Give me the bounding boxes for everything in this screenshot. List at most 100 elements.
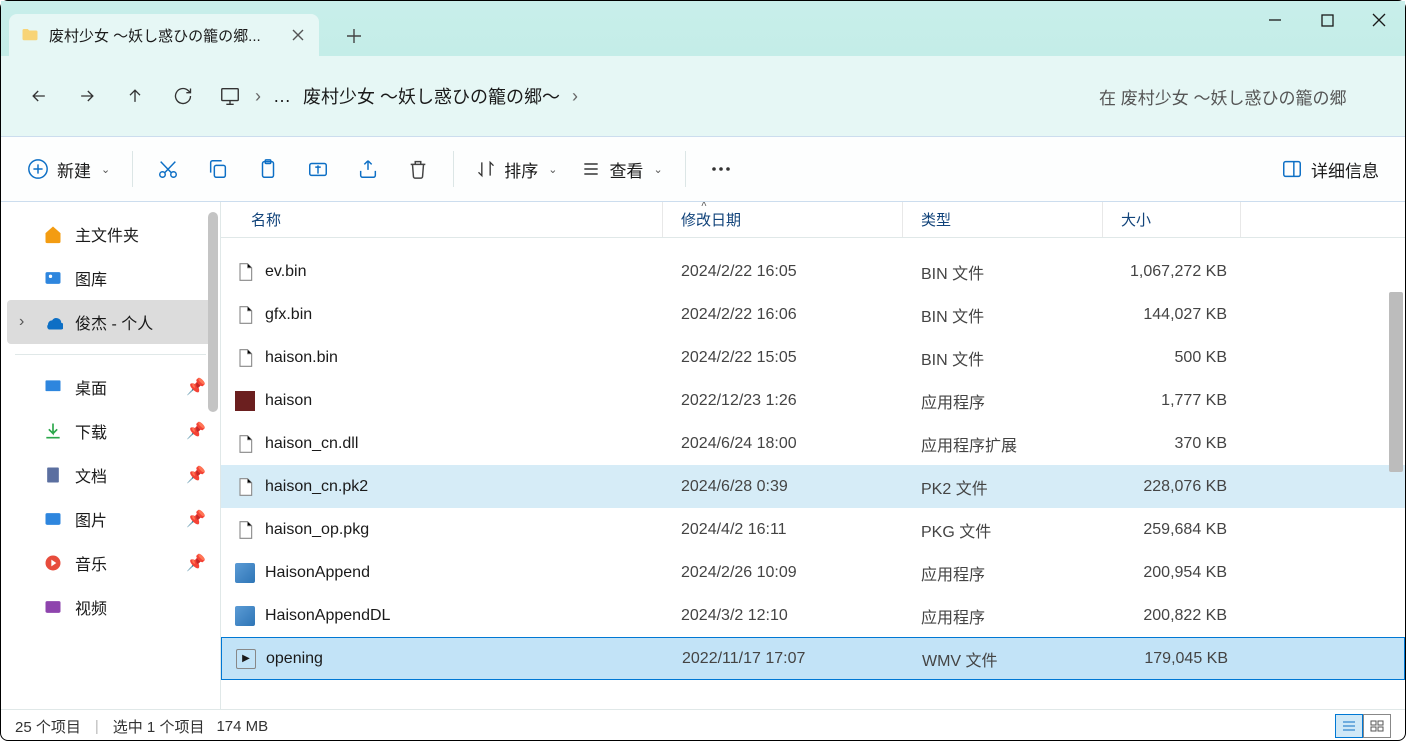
exe-icon <box>235 606 255 626</box>
table-row[interactable]: haison_cn.pk22024/6/28 0:39PK2 文件228,076… <box>221 465 1405 508</box>
table-row[interactable]: haison.bin2024/2/22 15:05BIN 文件500 KB <box>221 336 1405 379</box>
file-type: 应用程序 <box>903 561 1103 585</box>
titlebar: 废村少女 ～妖し惑ひの籠の郷... <box>1 1 1405 56</box>
breadcrumb[interactable]: › … 废村少女 ～妖し惑ひの籠の郷～ › <box>217 83 1091 109</box>
status-count: 25 个项目 <box>15 716 81 737</box>
file-date: 2022/11/17 17:07 <box>664 650 904 668</box>
file-date: 2024/6/28 0:39 <box>663 478 903 496</box>
sidebar-item-gallery[interactable]: 图库 <box>1 256 220 300</box>
sidebar-item-videos[interactable]: 视频 <box>1 585 220 629</box>
pin-icon: 📌 <box>186 421 206 441</box>
sidebar-scrollbar[interactable] <box>208 212 218 412</box>
status-size: 174 MB <box>216 718 268 735</box>
desktop-icon <box>43 377 63 397</box>
file-icon <box>235 305 255 325</box>
sidebar-item-user[interactable]: 俊杰 - 个人 <box>7 300 214 344</box>
share-button[interactable] <box>343 147 393 191</box>
chevron-down-icon: ⌄ <box>101 163 110 176</box>
sidebar-item-desktop[interactable]: 桌面📌 <box>1 365 220 409</box>
file-size: 228,076 KB <box>1103 478 1241 496</box>
file-size: 370 KB <box>1103 435 1241 453</box>
forward-button[interactable] <box>63 72 111 120</box>
pin-icon: 📌 <box>186 553 206 573</box>
sort-button[interactable]: 排序⌄ <box>464 147 569 191</box>
rename-button[interactable] <box>293 147 343 191</box>
table-row[interactable]: gfx.bin2024/2/22 16:06BIN 文件144,027 KB <box>221 293 1405 336</box>
file-type: BIN 文件 <box>903 346 1103 370</box>
col-date[interactable]: 修改日期 <box>663 202 903 237</box>
new-tab-button[interactable] <box>334 16 374 56</box>
table-row[interactable]: HaisonAppendDL2024/3/2 12:10应用程序200,822 … <box>221 594 1405 637</box>
table-row[interactable] <box>221 238 1405 250</box>
file-date: 2024/2/22 16:06 <box>663 306 903 324</box>
file-date: 2024/6/24 18:00 <box>663 435 903 453</box>
folder-icon <box>21 26 39 44</box>
sidebar-item-music[interactable]: 音乐📌 <box>1 541 220 585</box>
cut-button[interactable] <box>143 147 193 191</box>
tab-title: 废村少女 ～妖し惑ひの籠の郷... <box>49 25 279 46</box>
music-icon <box>43 553 63 573</box>
file-icon <box>235 477 255 497</box>
copy-button[interactable] <box>193 147 243 191</box>
list-icon <box>581 159 601 179</box>
gallery-icon <box>43 268 63 288</box>
file-name: haison_op.pkg <box>265 521 369 539</box>
view-button[interactable]: 查看⌄ <box>569 147 674 191</box>
file-area: 名称 ˄ 修改日期 类型 大小 ev.bin2024/2/22 16:05BIN… <box>221 202 1405 709</box>
status-selected: 选中 1 个项目 <box>113 716 205 737</box>
search-input[interactable]: 在 废村少女 ～妖し惑ひの籠の郷 <box>1091 84 1391 109</box>
sidebar-item-documents[interactable]: 文档📌 <box>1 453 220 497</box>
refresh-button[interactable] <box>159 72 207 120</box>
file-date: 2022/12/23 1:26 <box>663 392 903 410</box>
details-pane-button[interactable]: 详细信息 <box>1269 147 1391 191</box>
table-row[interactable]: ▶opening2022/11/17 17:07WMV 文件179,045 KB <box>221 637 1405 680</box>
content-area: 主文件夹 图库 俊杰 - 个人 桌面📌 下载📌 文档📌 图片📌 <box>1 202 1405 709</box>
chevron-right-icon: › <box>255 86 261 107</box>
status-bar: 25 个项目 | 选中 1 个项目 174 MB <box>1 709 1405 742</box>
col-name[interactable]: 名称 <box>221 202 663 237</box>
table-row[interactable]: HaisonAppend2024/2/26 10:09应用程序200,954 K… <box>221 551 1405 594</box>
table-row[interactable]: haison_op.pkg2024/4/2 16:11PKG 文件259,684… <box>221 508 1405 551</box>
close-button[interactable] <box>1353 1 1405 39</box>
file-name: haison_cn.dll <box>265 435 358 453</box>
more-button[interactable] <box>696 147 746 191</box>
document-icon <box>43 465 63 485</box>
table-row[interactable]: ev.bin2024/2/22 16:05BIN 文件1,067,272 KB <box>221 250 1405 293</box>
tab-close-button[interactable] <box>289 26 307 44</box>
back-button[interactable] <box>15 72 63 120</box>
file-size: 1,067,272 KB <box>1103 263 1241 281</box>
chevron-down-icon: ⌄ <box>548 163 557 176</box>
table-row[interactable]: haison2022/12/23 1:26应用程序1,777 KB <box>221 379 1405 422</box>
file-type: PKG 文件 <box>903 518 1103 542</box>
thumbnails-view-toggle[interactable] <box>1363 714 1391 738</box>
col-size[interactable]: 大小 <box>1103 202 1241 237</box>
col-type[interactable]: 类型 <box>903 202 1103 237</box>
file-type: BIN 文件 <box>903 260 1103 284</box>
delete-button[interactable] <box>393 147 443 191</box>
details-view-toggle[interactable] <box>1335 714 1363 738</box>
pin-icon: 📌 <box>186 509 206 529</box>
maximize-button[interactable] <box>1301 1 1353 39</box>
new-button[interactable]: 新建⌄ <box>15 147 122 191</box>
exe-icon <box>235 563 255 583</box>
divider <box>453 151 454 187</box>
minimize-button[interactable] <box>1249 1 1301 39</box>
file-size: 1,777 KB <box>1103 392 1241 410</box>
file-scrollbar[interactable] <box>1389 292 1403 472</box>
sidebar-item-home[interactable]: 主文件夹 <box>1 212 220 256</box>
up-button[interactable] <box>111 72 159 120</box>
sidebar-item-downloads[interactable]: 下载📌 <box>1 409 220 453</box>
file-size: 500 KB <box>1103 349 1241 367</box>
tab-active[interactable]: 废村少女 ～妖し惑ひの籠の郷... <box>9 14 319 56</box>
file-type: 应用程序扩展 <box>903 432 1103 456</box>
paste-button[interactable] <box>243 147 293 191</box>
breadcrumb-ellipsis[interactable]: … <box>273 86 291 107</box>
file-type: BIN 文件 <box>903 303 1103 327</box>
table-row[interactable]: haison_cn.dll 2024/6/24 18:00应用程序扩展370 KB <box>221 422 1405 465</box>
breadcrumb-current[interactable]: 废村少女 ～妖し惑ひの籠の郷～ <box>303 83 560 109</box>
pin-icon: 📌 <box>186 377 206 397</box>
sidebar-item-pictures[interactable]: 图片📌 <box>1 497 220 541</box>
file-list: ev.bin2024/2/22 16:05BIN 文件1,067,272 KBg… <box>221 238 1405 709</box>
file-type: WMV 文件 <box>904 647 1104 671</box>
file-icon <box>235 520 255 540</box>
